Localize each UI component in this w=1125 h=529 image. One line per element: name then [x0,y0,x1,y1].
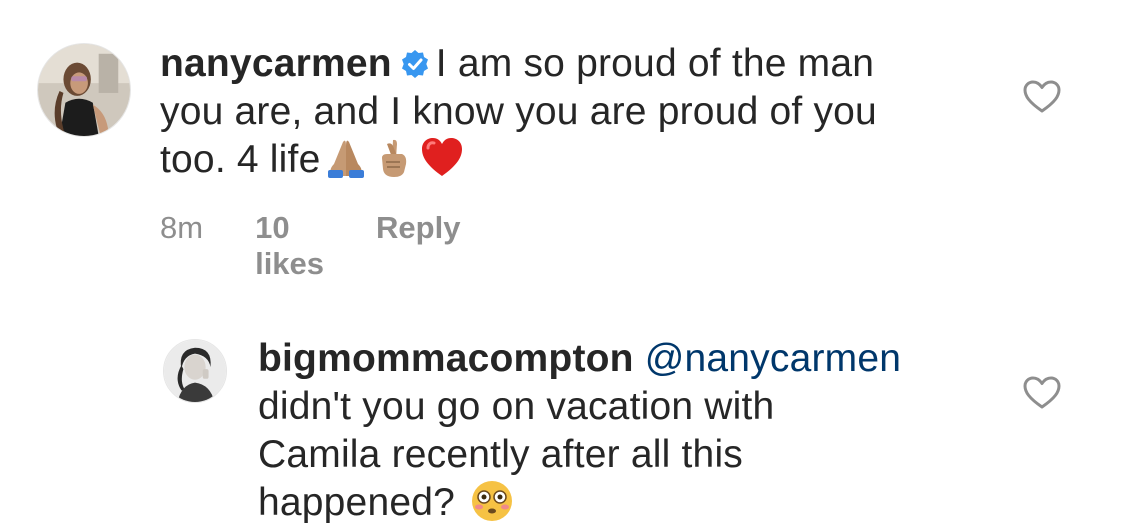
comment-time: 8m [160,210,204,245]
reply-button[interactable]: Reply [376,210,460,246]
comment-line-2: didn't you go on vacation with [258,385,775,428]
avatar[interactable] [37,43,131,137]
comment-line-1: bigmommacompton @nanycarmen [258,335,978,383]
avatar[interactable] [163,339,227,403]
flushed-face-emoji [470,479,514,523]
comment-text-end: too. 4 life [160,138,321,181]
like-heart-icon[interactable] [1023,80,1061,114]
comment-body: nanycarmen I am so proud of the man you a… [160,40,980,184]
avatar-photo [38,44,130,136]
comment-text: I am so proud of the man [435,42,875,85]
folded-hands-emoji [324,136,368,180]
mention-link[interactable]: @nanycarmen [645,337,901,380]
comment-text-end: happened? [258,481,456,524]
username[interactable]: bigmommacompton [258,337,634,380]
comment-line-3: too. 4 life [160,136,980,184]
like-heart-icon[interactable] [1023,376,1061,410]
crossed-fingers-emoji [372,136,416,180]
comment-line-4: happened? [258,479,978,527]
red-heart-emoji [420,136,464,180]
avatar-photo [164,340,226,402]
comment-body: bigmommacompton @nanycarmen didn't you g… [258,335,978,527]
comment-line-3: Camila recently after all this [258,433,744,476]
username[interactable]: nanycarmen [160,42,392,85]
comment-line-1: nanycarmen I am so proud of the man [160,40,980,88]
comment-line-2: you are, and I know you are proud of you [160,90,877,133]
likes-count-button[interactable]: 10 likes [255,210,324,282]
verified-badge-icon [400,49,430,79]
comment-meta: 8m 10 likes Reply [160,210,460,282]
